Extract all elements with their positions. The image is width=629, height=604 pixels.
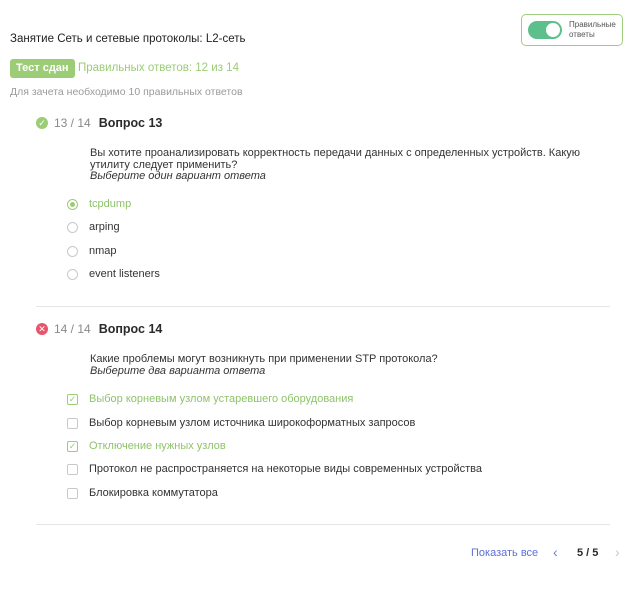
checkbox[interactable]: [67, 487, 78, 499]
divider: [36, 306, 610, 307]
option-label: arping: [89, 221, 120, 233]
correct-answers-toggle[interactable]: Правильные ответы: [521, 14, 623, 46]
chevron-left-icon[interactable]: ‹: [553, 544, 558, 560]
question-14-header: ✕ 14 / 14 Вопрос 14: [36, 322, 162, 336]
question-title: Вопрос 13: [98, 116, 163, 130]
option-label: Выбор корневым узлом источника широкофор…: [89, 417, 416, 429]
answer-option[interactable]: tcpdump: [67, 198, 131, 210]
question-counter: 14 / 14: [54, 322, 91, 336]
toggle-label: Правильные ответы: [569, 20, 616, 39]
lesson-title: Занятие Сеть и сетевые протоколы: L2-сет…: [10, 33, 246, 45]
page-indicator: 5 / 5: [577, 547, 599, 559]
radio-button[interactable]: [67, 268, 78, 280]
toggle-knob: [546, 23, 560, 37]
pass-requirement: Для зачета необходимо 10 правильных отве…: [10, 86, 243, 98]
checkbox[interactable]: ✓: [67, 393, 78, 405]
answer-option[interactable]: arping: [67, 221, 120, 233]
checkbox[interactable]: [67, 417, 78, 429]
toggle-switch[interactable]: [528, 21, 562, 39]
answer-option[interactable]: Выбор корневым узлом источника широкофор…: [67, 417, 415, 429]
chevron-right-icon[interactable]: ›: [615, 544, 620, 560]
answer-option[interactable]: ✓ Выбор корневым узлом устаревшего обору…: [67, 393, 353, 405]
answer-option[interactable]: ✓ Отключение нужных узлов: [67, 440, 226, 452]
divider: [36, 524, 610, 525]
radio-button[interactable]: [67, 245, 78, 257]
answer-option[interactable]: event listeners: [67, 268, 160, 280]
answer-option[interactable]: Блокировка коммутатора: [67, 487, 218, 499]
option-label: Отключение нужных узлов: [89, 440, 226, 452]
option-label: event listeners: [89, 268, 160, 280]
option-label: Протокол не распространяется на некоторы…: [89, 463, 483, 475]
checkbox[interactable]: ✓: [67, 440, 78, 452]
radio-button[interactable]: [67, 198, 78, 210]
radio-button[interactable]: [67, 221, 78, 233]
status-badge: Тест сдан: [10, 59, 75, 78]
question-13-header: ✓ 13 / 14 Вопрос 13: [36, 116, 162, 130]
checkbox[interactable]: [67, 463, 78, 475]
option-label: nmap: [89, 245, 117, 257]
check-circle-icon: ✓: [36, 117, 48, 129]
question-text: Вы хотите проанализировать корректность …: [90, 147, 581, 171]
question-hint: Выберите один вариант ответа: [90, 170, 266, 182]
answer-option[interactable]: Протокол не распространяется на некоторы…: [67, 463, 482, 475]
question-text: Какие проблемы могут возникнуть при прим…: [90, 353, 438, 365]
question-hint: Выберите два варианта ответа: [90, 365, 266, 377]
question-title: Вопрос 14: [98, 322, 163, 336]
question-counter: 13 / 14: [54, 116, 91, 130]
x-circle-icon: ✕: [36, 323, 48, 335]
show-all-link[interactable]: Показать все: [471, 547, 538, 559]
option-label: Выбор корневым узлом устаревшего оборудо…: [89, 393, 354, 405]
answer-option[interactable]: nmap: [67, 245, 117, 257]
option-label: tcpdump: [89, 198, 132, 210]
option-label: Блокировка коммутатора: [89, 487, 218, 499]
score-text: Правильных ответов: 12 из 14: [78, 62, 239, 74]
